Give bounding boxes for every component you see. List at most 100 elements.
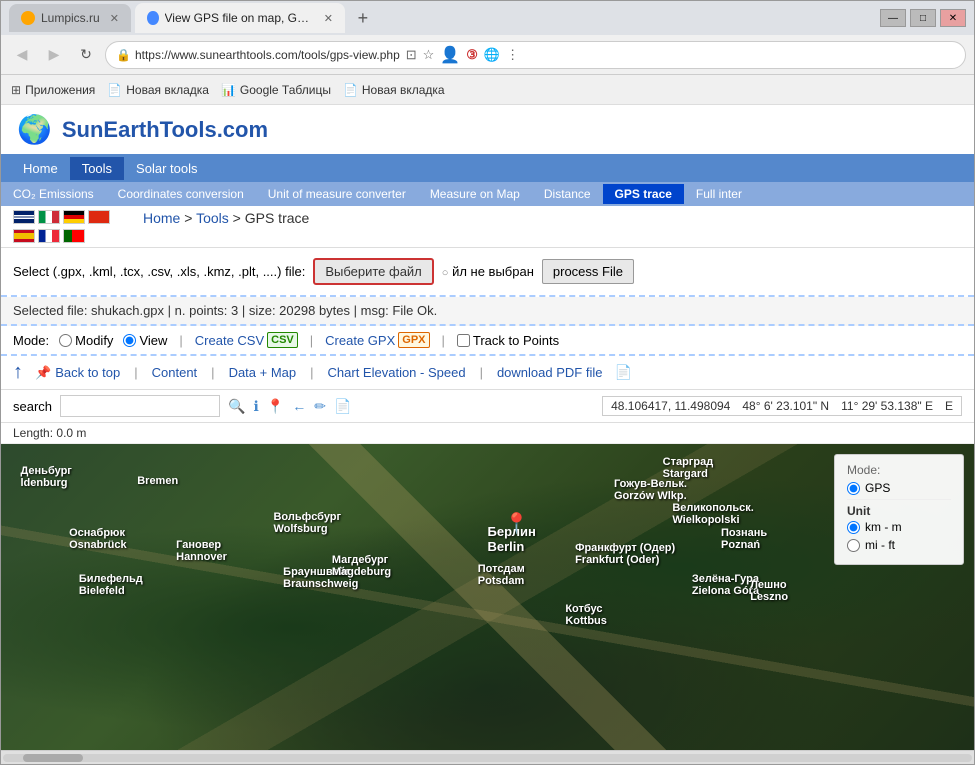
map-marker-icon[interactable]: 📍 <box>267 398 284 415</box>
nav-solar[interactable]: Solar tools <box>124 157 209 180</box>
nav-bar: ◀ ▶ ↻ 🔒 https://www.sunearthtools.com/to… <box>1 35 974 75</box>
breadcrumb: Home > Tools > GPS trace <box>143 210 309 226</box>
nav-home[interactable]: Home <box>11 157 70 180</box>
up-arrow-icon[interactable]: ↑ <box>13 361 23 384</box>
km-m-radio[interactable] <box>847 521 860 534</box>
tab-active-close[interactable]: ✕ <box>324 12 333 25</box>
bookmark-star-icon[interactable]: ☆ <box>423 47 435 63</box>
bookmarks-bar: ⊞ Приложения 📄 Новая вкладка 📊 Google Та… <box>1 75 974 105</box>
subnav-measure[interactable]: Measure on Map <box>418 184 532 204</box>
subnav-full[interactable]: Full inter <box>684 184 754 204</box>
tab-inactive[interactable]: Lumpics.ru ✕ <box>9 4 131 32</box>
search-input[interactable] <box>60 395 220 417</box>
create-gpx-link[interactable]: Create GPX GPX <box>325 332 429 348</box>
horizontal-scrollbar[interactable] <box>1 750 974 764</box>
bookmark-new-tab-1[interactable]: 📄 Новая вкладка <box>107 83 209 97</box>
modify-radio-input[interactable] <box>59 334 72 347</box>
breadcrumb-home[interactable]: Home <box>143 210 180 226</box>
info-icon[interactable]: ℹ <box>253 398 258 415</box>
forward-button[interactable]: ▶ <box>41 42 67 68</box>
tab-active[interactable]: View GPS file on map, GPX, KML ✕ <box>135 3 345 33</box>
flag-cn[interactable] <box>88 210 110 224</box>
mi-ft-radio-item[interactable]: mi - ft <box>847 538 951 552</box>
subnav-distance[interactable]: Distance <box>532 184 603 204</box>
flag-it[interactable] <box>38 210 60 224</box>
toolbar-sep-1: | <box>134 365 137 380</box>
create-csv-link[interactable]: Create CSV CSV <box>195 332 298 348</box>
data-map-link[interactable]: Data + Map <box>229 365 297 380</box>
mode-modify-radio[interactable]: Modify <box>59 333 113 348</box>
back-to-top-label[interactable]: Back to top <box>55 365 120 380</box>
account-icon[interactable]: 👤 <box>440 45 460 65</box>
track-to-points-check[interactable]: Track to Points <box>457 333 559 348</box>
new-tab-button[interactable]: + <box>349 4 377 32</box>
tab-inactive-label: Lumpics.ru <box>41 11 100 25</box>
mode-label: Mode: <box>13 333 49 348</box>
gps-pin[interactable] <box>504 511 529 536</box>
process-file-button[interactable]: process File <box>542 259 634 284</box>
bookmark-new-tab-2[interactable]: 📄 Новая вкладка <box>343 83 445 97</box>
mode-title: Mode: <box>847 463 951 477</box>
subnav-coords[interactable]: Coordinates conversion <box>106 184 256 204</box>
subnav-gps[interactable]: GPS trace <box>603 184 684 204</box>
close-button[interactable]: ✕ <box>940 9 966 27</box>
subnav-co2[interactable]: CO₂ Emissions <box>1 184 106 204</box>
nav-tools[interactable]: Tools <box>70 157 124 180</box>
breadcrumb-tools[interactable]: Tools <box>196 210 229 226</box>
address-bar[interactable]: 🔒 https://www.sunearthtools.com/tools/gp… <box>105 41 966 69</box>
active-favicon <box>147 11 159 25</box>
flag-es[interactable] <box>13 229 35 243</box>
pdf-download-icon[interactable]: 📄 <box>334 398 351 415</box>
map-label-cottbus: КотбусKottbus <box>565 603 607 627</box>
tab-inactive-close[interactable]: ✕ <box>110 12 119 25</box>
breadcrumb-current: GPS trace <box>245 210 310 226</box>
back-button[interactable]: ◀ <box>9 42 35 68</box>
flag-de[interactable] <box>63 210 85 224</box>
gps-radio-item[interactable]: GPS <box>847 481 951 495</box>
content-link[interactable]: Content <box>152 365 198 380</box>
scroll-thumb[interactable] <box>23 754 83 762</box>
mi-ft-radio[interactable] <box>847 539 860 552</box>
map-label-wolfsburg: ВольфсбургWolfsburg <box>273 511 341 535</box>
mode-view-radio[interactable]: View <box>123 333 167 348</box>
gpx-icon: GPX <box>398 332 429 348</box>
km-m-radio-item[interactable]: km - m <box>847 520 951 534</box>
refresh-button[interactable]: ↻ <box>73 42 99 68</box>
search-icon[interactable]: 🔍 <box>228 398 245 415</box>
flags-row-2 <box>13 229 113 243</box>
download-pdf-link[interactable]: download PDF file <box>497 365 603 380</box>
chart-elevation-link[interactable]: Chart Elevation - Speed <box>328 365 466 380</box>
bookmark-apps[interactable]: ⊞ Приложения <box>11 83 95 97</box>
separator-2: | <box>310 333 313 348</box>
cast-icon[interactable]: ⊡ <box>406 47 417 63</box>
toolbar-sep-4: | <box>480 365 483 380</box>
gps-radio[interactable] <box>847 482 860 495</box>
subnav-units[interactable]: Unit of measure converter <box>256 184 418 204</box>
sheets-label: Google Таблицы <box>240 83 331 97</box>
track-to-points-input[interactable] <box>457 334 470 347</box>
bookmark-sheets[interactable]: 📊 Google Таблицы <box>221 83 331 97</box>
choose-file-button[interactable]: Выберите файл <box>313 258 433 285</box>
arrow-icon[interactable]: ← <box>292 398 306 414</box>
coords-lat-dms: 48° 6' 23.101" N <box>742 399 829 413</box>
back-to-top-link[interactable]: 📌 Back to top <box>35 365 120 381</box>
separator-3: | <box>442 333 445 348</box>
breadcrumb-col: Home > Tools > GPS trace <box>113 210 962 226</box>
globe-icon[interactable]: 🌐 <box>484 47 500 63</box>
map-label-hannover: ГановерHannover <box>176 539 227 563</box>
view-radio-input[interactable] <box>123 334 136 347</box>
map-background: Bremen Деньбургldenburg ОснабрюкOsnabrüc… <box>1 444 974 750</box>
extensions-icon[interactable]: ③ <box>466 47 478 63</box>
file-select-label: Select (.gpx, .kml, .tcx, .csv, .xls, .k… <box>13 264 305 279</box>
apps-label: Приложения <box>25 83 95 97</box>
flag-pt[interactable] <box>63 229 85 243</box>
minimize-button[interactable]: — <box>880 9 906 27</box>
site-title: SunEarthTools.com <box>62 117 268 143</box>
map-controls-panel: Mode: GPS Unit km - m mi - ft <box>834 454 964 565</box>
menu-icon[interactable]: ⋮ <box>506 47 519 63</box>
map-container[interactable]: Bremen Деньбургldenburg ОснабрюкOsnabrüc… <box>1 444 974 750</box>
edit-icon[interactable]: ✏ <box>314 398 326 415</box>
maximize-button[interactable]: □ <box>910 9 936 27</box>
flag-fr[interactable] <box>38 229 60 243</box>
flag-uk[interactable] <box>13 210 35 224</box>
